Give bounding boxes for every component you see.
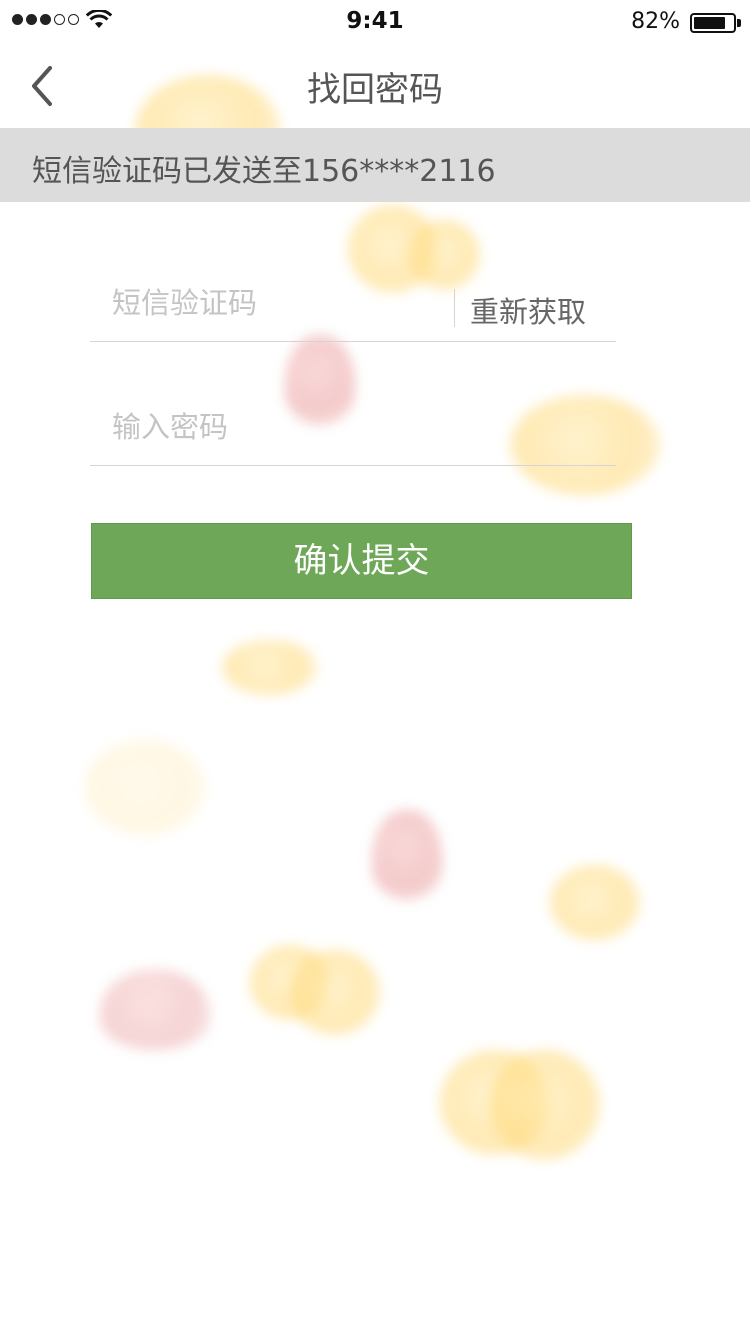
sms-code-field: 重新获取 [90,271,616,342]
sms-sent-notice: 短信验证码已发送至156****2116 [0,128,750,202]
battery-icon [690,13,736,33]
password-input[interactable] [110,409,594,445]
battery-percent: 82% [631,9,680,34]
sms-code-input[interactable] [110,285,444,321]
sms-sent-message: 短信验证码已发送至156****2116 [32,154,496,189]
status-bar: 9:41 82% [0,0,750,44]
submit-button[interactable]: 确认提交 [91,523,632,599]
field-divider [454,289,455,327]
password-field [90,395,616,466]
battery-cap [737,19,741,27]
navigation-bar: 找回密码 [0,44,750,128]
page-title: 找回密码 [307,70,443,110]
resend-code-button[interactable]: 重新获取 [470,289,586,331]
